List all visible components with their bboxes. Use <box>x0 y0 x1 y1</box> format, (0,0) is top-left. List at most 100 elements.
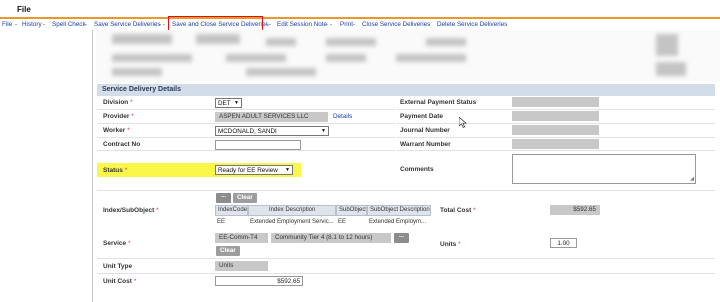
provider-label: Provider * <box>103 113 134 120</box>
row-divider <box>97 258 715 259</box>
service-description-field: Community Tier 4 (8.1 to 12 hours) <box>271 233 391 243</box>
redacted-block <box>396 54 466 62</box>
redacted-block <box>326 54 366 62</box>
service-code-field: EE-Comm-T4 <box>215 233 268 243</box>
menu-print[interactable]: Print <box>340 21 353 28</box>
index-lookup-button[interactable]: ... <box>216 193 231 203</box>
row-divider <box>397 109 715 110</box>
menu-separator: - <box>15 21 18 28</box>
provider-field: ASPEN ADULT SERVICES LLC <box>215 112 328 122</box>
unit-cost-input[interactable]: $592.65 <box>215 276 303 286</box>
redacted-block <box>246 68 316 76</box>
payment-date-label: Payment Date <box>400 113 443 120</box>
row-divider <box>97 109 395 110</box>
warrant-number-field <box>512 139 599 149</box>
menu-separator: - <box>85 21 88 28</box>
comments-label: Comments <box>400 166 434 173</box>
payment-date-field <box>512 111 599 121</box>
menu-separator: - <box>428 21 431 28</box>
row-divider <box>397 137 715 138</box>
status-label: Status * <box>103 167 128 174</box>
grid-cell-subobject-description: Extended Employm... <box>369 219 427 225</box>
worker-select[interactable]: MCDONALD, SANDI ▼ <box>215 126 329 136</box>
menu-separator: - <box>353 21 356 28</box>
redacted-block <box>226 54 286 62</box>
units-label: Units * <box>440 241 461 248</box>
grid-cell-subobject: EE <box>338 219 347 225</box>
grid-header-index-description[interactable]: Index Description <box>248 205 336 216</box>
menu-close[interactable]: Close Service Deliveries <box>362 21 430 28</box>
division-select[interactable]: DET ▼ <box>215 98 242 108</box>
row-divider <box>97 123 395 124</box>
section-header-service-delivery: Service Delivery Details <box>97 84 715 96</box>
service-label: Service * <box>103 240 131 247</box>
grid-cell-index-description: Extended Employment Servic... <box>250 219 334 225</box>
menu-bar: File - History - Spell Check - Save Serv… <box>0 19 720 30</box>
redacted-block <box>266 38 296 46</box>
menu-edit-session-note[interactable]: Edit Session Note <box>277 21 327 28</box>
grid-cell-indexcode: EE <box>217 219 226 225</box>
journal-number-label: Journal Number <box>400 127 450 134</box>
row-divider <box>97 273 715 274</box>
status-value: Ready for EE Review <box>218 167 278 174</box>
chevron-down-icon: ▼ <box>321 128 326 134</box>
grid-header-subobject-description[interactable]: SubObject Description <box>367 205 431 216</box>
menu-file[interactable]: File <box>2 21 12 28</box>
journal-number-field <box>512 125 599 135</box>
redacted-block <box>196 34 240 44</box>
annotation-highlight-box <box>168 16 263 31</box>
unit-cost-label: Unit Cost * <box>103 278 137 285</box>
unit-type-field: Units <box>215 261 268 271</box>
units-input[interactable]: 1.00 <box>550 238 577 248</box>
row-divider <box>397 123 715 124</box>
menu-separator: - - <box>326 21 332 28</box>
index-subobject-label: Index/SubObject * <box>103 207 159 214</box>
menu-save[interactable]: Save Service Deliveries <box>94 21 161 28</box>
worker-label: Worker * <box>103 127 130 134</box>
row-divider <box>97 137 395 138</box>
service-clear-button[interactable]: Clear <box>216 246 240 256</box>
menu-separator: - - <box>265 21 271 28</box>
redacted-block <box>656 34 678 56</box>
provider-details-link[interactable]: Details <box>333 113 352 120</box>
redacted-block <box>426 38 466 46</box>
title-bar: File <box>0 0 720 20</box>
redacted-header <box>96 30 720 82</box>
menu-spell-check[interactable]: Spell Check <box>52 21 86 28</box>
row-divider <box>97 150 395 151</box>
row-divider <box>97 190 715 191</box>
worker-value: MCDONALD, SANDI <box>218 128 277 135</box>
total-cost-label: Total Cost * <box>440 207 476 214</box>
service-lookup-button[interactable]: ... <box>394 233 409 243</box>
mouse-cursor-icon <box>459 117 467 128</box>
warrant-number-label: Warrant Number <box>400 141 451 148</box>
menu-history[interactable]: History <box>22 21 42 28</box>
sidebar <box>0 30 93 302</box>
index-clear-button[interactable]: Clear <box>233 193 257 203</box>
total-cost-field: $592.65 <box>550 205 600 215</box>
window-title[interactable]: File <box>17 5 31 14</box>
chevron-down-icon: ▼ <box>285 167 290 173</box>
menu-separator: - - <box>159 21 165 28</box>
menu-delete[interactable]: Delete Service Deliveries <box>437 21 507 28</box>
grid-header-indexcode[interactable]: IndexCode <box>215 205 248 216</box>
status-select[interactable]: Ready for EE Review ▼ <box>215 165 293 175</box>
resize-grip-icon[interactable]: ◢ <box>690 176 694 182</box>
menu-separator: - <box>43 21 46 28</box>
chevron-down-icon: ▼ <box>234 100 239 106</box>
row-divider <box>397 150 715 151</box>
redacted-block <box>112 34 172 44</box>
external-payment-status-field <box>512 97 599 107</box>
division-value: DET <box>218 100 231 107</box>
external-payment-status-label: External Payment Status <box>400 99 477 106</box>
contract-no-label: Contract No <box>103 141 141 148</box>
redacted-block <box>326 38 376 46</box>
grid-header-subobject[interactable]: SubObject <box>336 205 367 216</box>
redacted-block <box>656 62 686 76</box>
division-label: Division * <box>103 99 133 106</box>
contract-no-input[interactable] <box>215 140 301 150</box>
unit-type-label: Unit Type <box>103 263 133 270</box>
comments-textarea[interactable]: ◢ <box>512 154 696 184</box>
redacted-block <box>112 68 162 76</box>
redacted-block <box>112 54 192 62</box>
